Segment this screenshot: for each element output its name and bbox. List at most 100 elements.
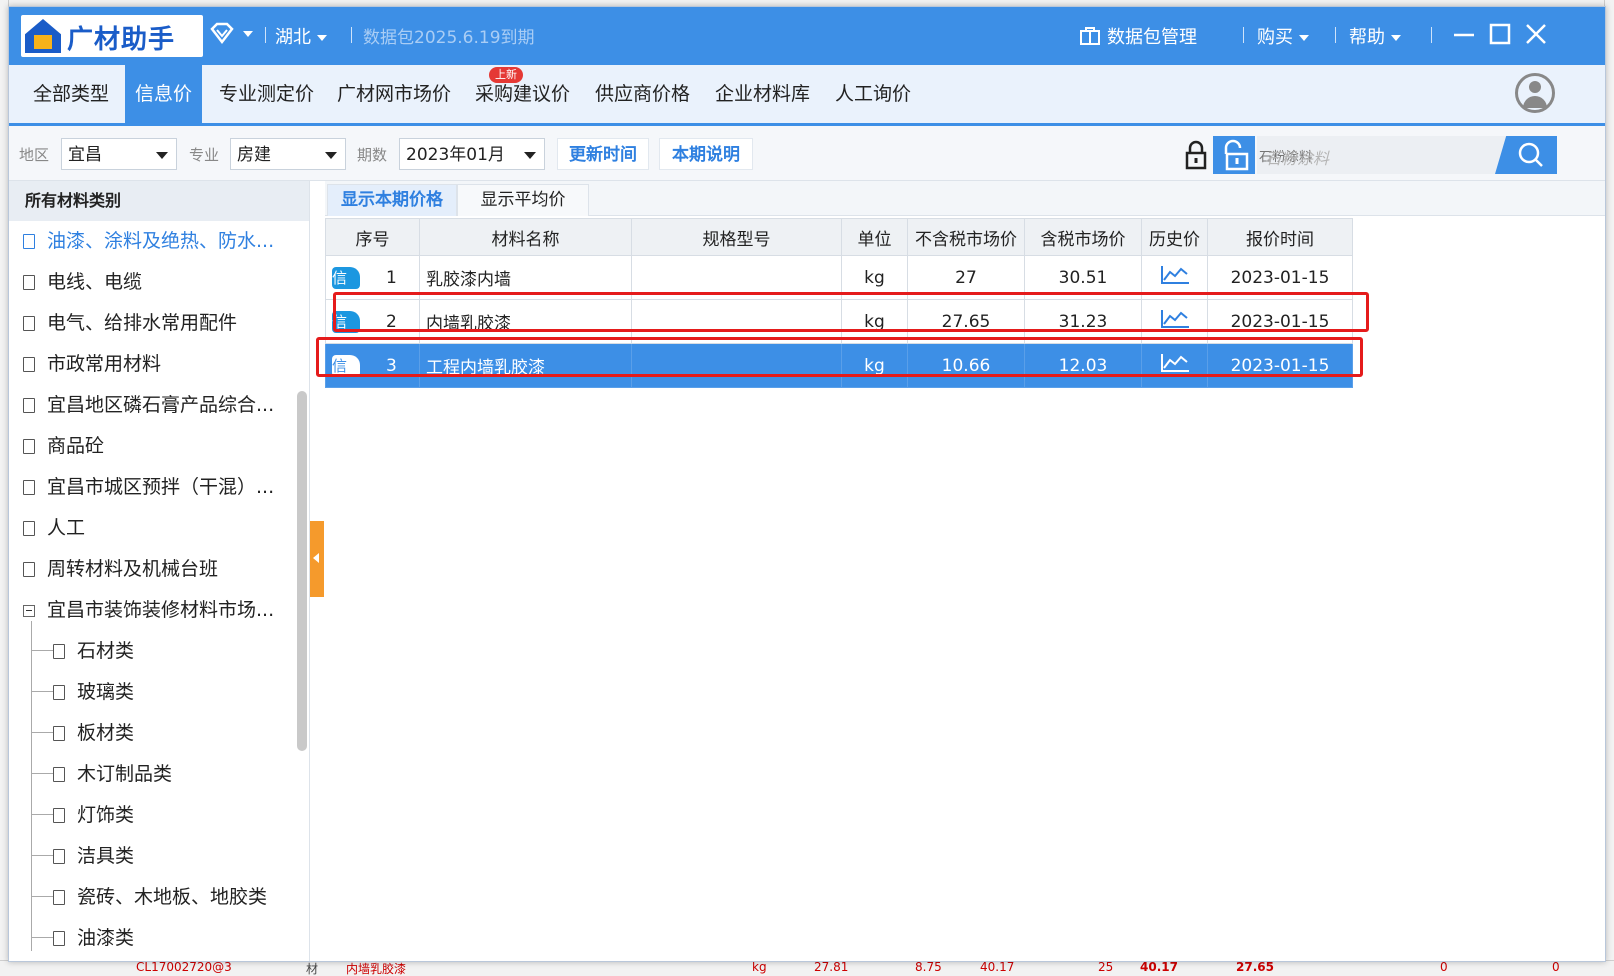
col-header-unit[interactable]: 单位: [841, 218, 908, 256]
row-spec: [631, 299, 842, 344]
sidebar-item-paint-coating[interactable]: 油漆、涂料及绝热、防水...: [23, 227, 274, 255]
history-chart-icon[interactable]: [1159, 310, 1191, 335]
row-date: 2023-01-15: [1207, 343, 1353, 388]
sidebar-item-machinery[interactable]: 周转材料及机械台班: [23, 555, 218, 583]
col-header-name[interactable]: 材料名称: [419, 218, 632, 256]
document-icon: [23, 275, 35, 290]
sidebar-child-sanitary[interactable]: 洁具类: [53, 842, 134, 870]
category-sidebar: 所有材料类别 油漆、涂料及绝热、防水... 电线、电缆 电气、给排水常用配件 市…: [9, 181, 310, 961]
period-label: 期数: [357, 146, 388, 164]
area-select[interactable]: 宜昌: [61, 138, 177, 170]
area-label: 地区: [19, 146, 50, 164]
document-icon: [23, 398, 35, 413]
filter-bar: 地区 宜昌 专业 房建 期数 2023年01月 更新时间 本期说明 石粉涂料: [9, 126, 1605, 181]
sidebar-child-board[interactable]: 板材类: [53, 719, 134, 747]
tab-market-price[interactable]: 广材网市场价: [327, 65, 461, 123]
major-select[interactable]: 房建: [230, 138, 346, 170]
row-date: 2023-01-15: [1207, 255, 1353, 300]
close-button[interactable]: [1521, 19, 1551, 49]
dropdown-arrow-icon: [325, 152, 337, 159]
row-name: 乳胶漆内墙: [419, 255, 632, 300]
tab-professional-price[interactable]: 专业测定价: [209, 65, 324, 123]
dropdown-arrow-icon: [156, 152, 168, 159]
price-table: 序号 材料名称 规格型号 单位 不含税市场价 含税市场价 历史价 报价时间 信 1…: [325, 218, 1353, 388]
bg-name: 内墙乳胶漆: [346, 962, 407, 976]
tab-current-price[interactable]: 显示本期价格: [327, 184, 457, 216]
vip-diamond-icon[interactable]: [209, 21, 235, 50]
vip-dropdown[interactable]: [237, 23, 253, 44]
document-icon: [23, 316, 35, 331]
sidebar-child-wood-products[interactable]: 木订制品类: [53, 760, 172, 788]
history-chart-icon[interactable]: [1159, 266, 1191, 291]
unlock-icon: [1224, 139, 1249, 171]
package-manage-button[interactable]: 数据包管理: [1079, 23, 1197, 49]
sidebar-scrollbar[interactable]: [297, 391, 307, 751]
row-price-inc-tax: 31.23: [1024, 299, 1142, 344]
row-date: 2023-01-15: [1207, 299, 1353, 344]
row-spec: [631, 255, 842, 300]
background-table-row: CL17002720@3 材 内墙乳胶漆 kg 27.81 8.75 40.17…: [0, 960, 1614, 976]
collapse-icon[interactable]: [23, 604, 35, 617]
tab-supplier-price[interactable]: 供应商价格: [585, 65, 700, 123]
tab-labor-inquiry[interactable]: 人工询价: [825, 65, 921, 123]
tab-enterprise-library[interactable]: 企业材料库: [705, 65, 820, 123]
package-icon: [1080, 27, 1100, 45]
history-chart-icon[interactable]: [1159, 354, 1191, 379]
maximize-button[interactable]: [1485, 19, 1515, 49]
col-header-history[interactable]: 历史价: [1141, 218, 1208, 256]
document-icon: [53, 849, 65, 864]
sidebar-child-glass[interactable]: 玻璃类: [53, 678, 134, 706]
period-select[interactable]: 2023年01月: [399, 138, 545, 170]
region-selector[interactable]: 湖北: [275, 23, 327, 49]
user-avatar[interactable]: [1515, 73, 1555, 113]
sidebar-item-labor[interactable]: 人工: [23, 514, 85, 542]
sidebar-child-lighting[interactable]: 灯饰类: [53, 801, 134, 829]
search-placeholder: 石粉涂料: [1265, 149, 1330, 168]
bg-code: CL17002720@3: [136, 960, 232, 974]
tab-average-price[interactable]: 显示平均价: [457, 184, 589, 216]
col-header-no[interactable]: 序号: [325, 218, 420, 256]
minimize-button[interactable]: [1449, 19, 1479, 49]
sidebar-item-wire-cable[interactable]: 电线、电缆: [23, 268, 142, 296]
col-header-price-ex-tax[interactable]: 不含税市场价: [907, 218, 1025, 256]
sidebar-child-tiles-flooring[interactable]: 瓷砖、木地板、地胶类: [53, 883, 267, 911]
chevron-down-icon: [1299, 35, 1309, 41]
chevron-down-icon: [243, 31, 253, 37]
sidebar-collapse-handle[interactable]: [310, 521, 324, 597]
minimize-icon: [1454, 33, 1474, 37]
period-note-button[interactable]: 本期说明: [659, 138, 753, 170]
bg-v4: 25: [1098, 960, 1114, 974]
row-name: 内墙乳胶漆: [419, 299, 632, 344]
table-row-selected[interactable]: 信 3 工程内墙乳胶漆 kg 10.66 12.03 2023-01-15: [325, 343, 1353, 388]
row-price-ex-tax: 10.66: [907, 343, 1025, 388]
sidebar-item-concrete[interactable]: 商品砼: [23, 432, 104, 460]
update-time-button[interactable]: 更新时间: [557, 138, 649, 170]
sidebar-item-premix[interactable]: 宜昌市城区预拌（干混）...: [23, 473, 274, 501]
sidebar-child-stone[interactable]: 石材类: [53, 637, 134, 665]
col-header-price-inc-tax[interactable]: 含税市场价: [1024, 218, 1142, 256]
sidebar-item-electrical-plumbing[interactable]: 电气、给排水常用配件: [23, 309, 237, 337]
sidebar-item-municipal[interactable]: 市政常用材料: [23, 350, 161, 378]
price-tabs: 显示本期价格 显示平均价: [325, 181, 1605, 216]
table-header-row: 序号 材料名称 规格型号 单位 不含税市场价 含税市场价 历史价 报价时间: [325, 218, 1353, 256]
sidebar-item-decoration-market[interactable]: 宜昌市装饰装修材料市场...: [23, 596, 274, 624]
table-row[interactable]: 信 1 乳胶漆内墙 kg 27 30.51 2023-01-15: [325, 255, 1353, 300]
search-button[interactable]: [1495, 136, 1557, 174]
document-icon: [53, 931, 65, 946]
col-header-quote-time[interactable]: 报价时间: [1207, 218, 1353, 256]
tab-all-types[interactable]: 全部类型: [23, 65, 119, 123]
lock-button[interactable]: [1181, 139, 1211, 171]
tab-info-price[interactable]: 信息价: [125, 65, 203, 123]
sidebar-child-paint[interactable]: 油漆类: [53, 924, 134, 952]
unlock-button[interactable]: [1213, 136, 1255, 174]
col-header-spec[interactable]: 规格型号: [631, 218, 842, 256]
bg-v8: 0: [1552, 960, 1560, 974]
help-menu[interactable]: 帮助: [1349, 23, 1401, 49]
row-no: 2: [386, 311, 397, 332]
sidebar-item-phosphogypsum[interactable]: 宜昌地区磷石膏产品综合...: [23, 391, 274, 419]
document-icon: [23, 562, 35, 577]
table-row[interactable]: 信 2 内墙乳胶漆 kg 27.65 31.23 2023-01-15: [325, 299, 1353, 344]
bg-v6: 27.65: [1236, 960, 1274, 974]
buy-menu[interactable]: 购买: [1257, 23, 1309, 49]
row-price-ex-tax: 27.65: [907, 299, 1025, 344]
